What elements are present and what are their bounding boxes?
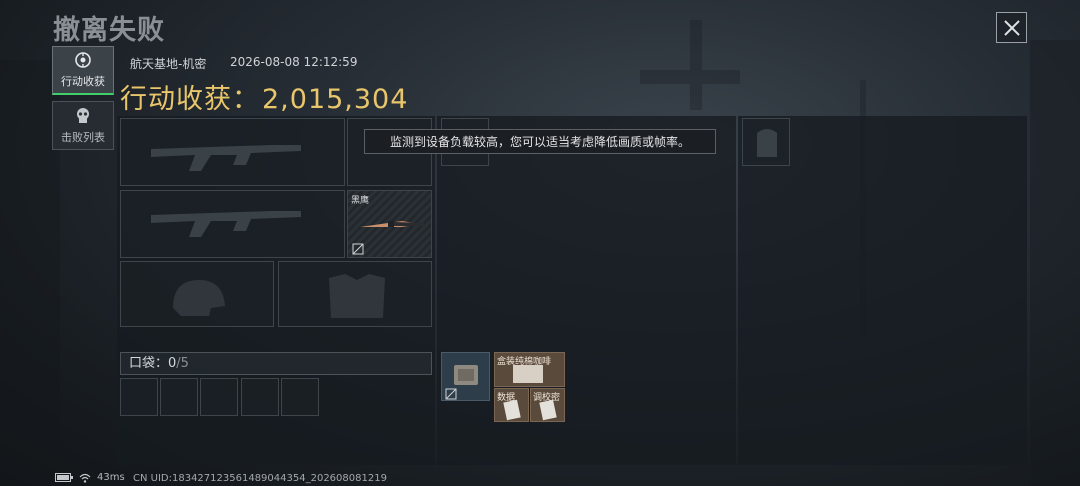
chest-rig-panel [738,116,1027,465]
document-icon [539,399,557,421]
pocket-max: /5 [176,356,189,371]
chest-rig-slot[interactable] [742,118,790,166]
primary-weapon-slot[interactable] [120,118,345,186]
pocket-slot[interactable] [120,378,158,416]
tab-label: 击败列表 [61,130,105,144]
helmet-slot[interactable] [120,261,274,327]
coffee-box-icon [513,365,543,383]
user-uid: CN UID:183427123561489044354_20260808121… [133,473,387,484]
close-icon [1003,19,1020,36]
pocket-label: 口袋： [129,356,169,371]
pocket-slot[interactable] [160,378,198,416]
action-gain-total: 行动收获：2,015,304 [120,77,408,116]
match-timestamp: 2026-08-08 12:12:59 [230,55,358,69]
tab-action-gain[interactable]: 行动收获 [52,46,114,95]
skull-icon [77,107,89,123]
armor-slot[interactable] [278,261,432,327]
no-insurance-icon [352,243,364,255]
rifle-silhouette-icon [151,145,301,171]
pocket-slot[interactable] [281,378,319,416]
item-data[interactable]: 数据 [494,388,529,422]
tab-label: 行动收获 [61,75,105,88]
item-tuning[interactable]: 调校密 [530,388,565,422]
map-name: 航天基地-机密 [130,57,207,71]
no-insurance-icon [445,388,457,400]
status-bar: 43ms [55,472,125,483]
helmet-silhouette-icon [173,280,225,316]
backpack-silhouette-icon [757,129,777,157]
pocket-header: 口袋：0/5 [120,352,432,375]
page-title: 撤离失败 [53,15,165,46]
backpack-panel [437,116,736,465]
item-case[interactable] [441,352,490,401]
gain-label: 行动收获： [120,84,260,115]
close-button[interactable] [996,12,1027,43]
secondary-weapon-slot[interactable] [120,190,345,258]
document-icon [503,399,521,421]
tab-kill-list[interactable]: 击败列表 [52,101,114,150]
item-coffee[interactable]: 盒装纯棉咖啡 [494,352,565,387]
battery-icon [55,473,73,482]
melee-slot[interactable]: 黑鹰 [347,190,432,258]
pocket-slot[interactable] [200,378,238,416]
pocket-slot[interactable] [241,378,279,416]
wifi-icon [79,473,91,483]
armor-silhouette-icon [329,274,385,318]
latency-value: 43ms [97,472,125,483]
target-icon [75,52,91,68]
gain-value: 2,015,304 [262,84,409,115]
performance-toast: 监测到设备负载较高，您可以适当考虑降低画质或帧率。 [364,129,716,154]
rifle-silhouette-icon [151,211,301,237]
